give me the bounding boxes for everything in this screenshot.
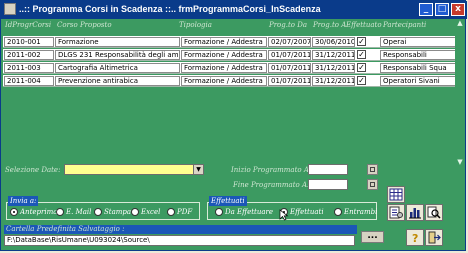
cell-da[interactable]: 01/07/2011 xyxy=(268,63,311,73)
effettuato-checkbox[interactable]: ✓ xyxy=(357,63,366,72)
cell-partecipanti[interactable]: Operai xyxy=(380,37,456,47)
cell-da[interactable]: 02/07/2007 xyxy=(268,37,311,47)
cell-a[interactable]: 31/12/2011 xyxy=(312,76,355,86)
table-row[interactable]: 2010-001 Formazione Formazione / Addestr… xyxy=(3,36,456,48)
mouse-cursor-icon xyxy=(279,209,289,221)
scroll-down-icon[interactable]: ▼ xyxy=(456,158,464,166)
label-da-effettuare: Da Effettuare xyxy=(225,208,274,216)
label-excel: Excel xyxy=(141,208,161,216)
close-button[interactable]: x xyxy=(451,3,465,16)
cell-corso[interactable]: Prevenzione antirabica xyxy=(55,76,180,86)
report-settings-icon xyxy=(389,206,403,219)
exit-icon xyxy=(428,231,441,244)
radio-email[interactable] xyxy=(56,208,64,216)
cell-tipologia[interactable]: Formazione / Addestra xyxy=(181,63,267,73)
browse-button[interactable]: ... xyxy=(361,231,384,243)
print-preview-button[interactable] xyxy=(425,204,443,221)
header-id[interactable]: IdProgrCorsi xyxy=(5,21,51,29)
svg-text:?: ? xyxy=(412,232,418,244)
effettuati-group-title: Effettuati xyxy=(209,196,247,206)
cell-tipologia[interactable]: Formazione / Addestra xyxy=(181,37,267,47)
cell-corso[interactable]: Cartografia Altimetrica xyxy=(55,63,180,73)
chart-button[interactable] xyxy=(406,204,424,221)
title-bar[interactable]: ..:: Programma Corsi in Scadenza ::.. fr… xyxy=(1,1,467,19)
table-row[interactable]: 2011-004 Prevenzione antirabica Formazio… xyxy=(3,75,456,87)
table-header: IdProgrCorsi Corso Proposto Tipologia Pr… xyxy=(3,19,465,31)
label-anteprima: Anteprima xyxy=(20,208,58,216)
effettuato-checkbox[interactable]: ✓ xyxy=(357,50,366,59)
inizio-label: Inizio Programmato A: xyxy=(231,166,312,174)
cell-id[interactable]: 2011-002 xyxy=(4,50,54,60)
bar-chart-icon xyxy=(409,208,421,219)
help-icon: ? xyxy=(412,232,418,244)
fine-label: Fine Programmato A: xyxy=(233,181,310,189)
exit-button[interactable] xyxy=(425,229,443,246)
label-pdf: PDF xyxy=(177,208,193,216)
fine-calendar-button[interactable] xyxy=(367,179,378,190)
table-row[interactable]: 2011-002 DLGS 231 Responsabilità degli a… xyxy=(3,49,456,61)
invio-group-title: Invia a: xyxy=(8,196,39,206)
cell-a[interactable]: 31/12/2011 xyxy=(312,50,355,60)
chevron-down-icon[interactable]: ▼ xyxy=(193,165,203,174)
effettuato-checkbox[interactable]: ✓ xyxy=(357,76,366,85)
cell-partecipanti[interactable]: Responsabili xyxy=(380,50,456,60)
scroll-up-icon[interactable]: ▲ xyxy=(456,19,464,27)
inizio-date-input[interactable] xyxy=(308,164,348,175)
minimize-button[interactable]: _ xyxy=(419,3,433,16)
cell-tipologia[interactable]: Formazione / Addestra xyxy=(181,76,267,86)
grid-view-button[interactable] xyxy=(387,186,405,203)
path-input[interactable]: F:\DataBase\RisUmane\U093024\Source\ xyxy=(4,235,355,246)
main-window: ..:: Programma Corsi in Scadenza ::.. fr… xyxy=(0,0,467,251)
header-corso[interactable]: Corso Proposto xyxy=(57,21,112,29)
cell-a[interactable]: 30/06/2010 xyxy=(312,37,355,47)
path-label: Cartella Predefinita Salvataggio : xyxy=(4,225,357,234)
radio-anteprima[interactable] xyxy=(10,208,18,216)
label-email: E. Mail xyxy=(66,208,92,216)
cell-id[interactable]: 2011-003 xyxy=(4,63,54,73)
cell-partecipanti[interactable]: Responsabili Squa xyxy=(380,63,456,73)
grid-icon xyxy=(389,188,403,201)
fine-date-input[interactable] xyxy=(308,179,348,190)
cell-tipologia[interactable]: Formazione / Addestra xyxy=(181,50,267,60)
cell-da[interactable]: 01/07/2011 xyxy=(268,50,311,60)
table-row[interactable]: 2011-003 Cartografia Altimetrica Formazi… xyxy=(3,62,456,74)
header-tipologia[interactable]: Tipologia xyxy=(179,21,212,29)
header-effettuato[interactable]: Effettuato xyxy=(346,21,382,29)
header-a[interactable]: Prog.to A xyxy=(313,21,346,29)
cell-corso[interactable]: DLGS 231 Responsabilità degli ammini xyxy=(55,50,180,60)
vertical-scrollbar[interactable]: ▲ ▼ xyxy=(455,19,465,166)
label-stampa: Stampa xyxy=(104,208,132,216)
radio-pdf[interactable] xyxy=(167,208,175,216)
cell-corso[interactable]: Formazione xyxy=(55,37,180,47)
window-controls: _ □ x xyxy=(419,3,465,16)
maximize-button[interactable]: □ xyxy=(435,3,449,16)
effettuato-checkbox[interactable]: ✓ xyxy=(357,37,366,46)
cell-partecipanti[interactable]: Operatori Sivani xyxy=(380,76,456,86)
report-settings-button[interactable] xyxy=(387,204,405,221)
cell-a[interactable]: 31/12/2011 xyxy=(312,63,355,73)
label-effettuati: Effettuati xyxy=(290,208,324,216)
inizio-calendar-button[interactable] xyxy=(367,164,378,175)
help-button[interactable]: ? xyxy=(406,229,424,246)
header-da[interactable]: Prog.to Da xyxy=(269,21,307,29)
radio-excel[interactable] xyxy=(131,208,139,216)
label-entrambi: Entrambi xyxy=(344,208,378,216)
cell-id[interactable]: 2010-001 xyxy=(4,37,54,47)
radio-da-effettuare[interactable] xyxy=(215,208,223,216)
radio-entrambi[interactable] xyxy=(334,208,342,216)
radio-stampa[interactable] xyxy=(94,208,102,216)
date-selection-dropdown[interactable]: ▼ xyxy=(64,164,204,175)
cell-da[interactable]: 01/07/2011 xyxy=(268,76,311,86)
magnifier-icon xyxy=(427,206,441,219)
app-icon xyxy=(4,3,16,15)
cell-id[interactable]: 2011-004 xyxy=(4,76,54,86)
window-title: ..:: Programma Corsi in Scadenza ::.. fr… xyxy=(19,4,321,14)
header-partecipanti[interactable]: Partecipanti xyxy=(383,21,426,29)
selection-label: Selezione Date: xyxy=(5,166,61,174)
